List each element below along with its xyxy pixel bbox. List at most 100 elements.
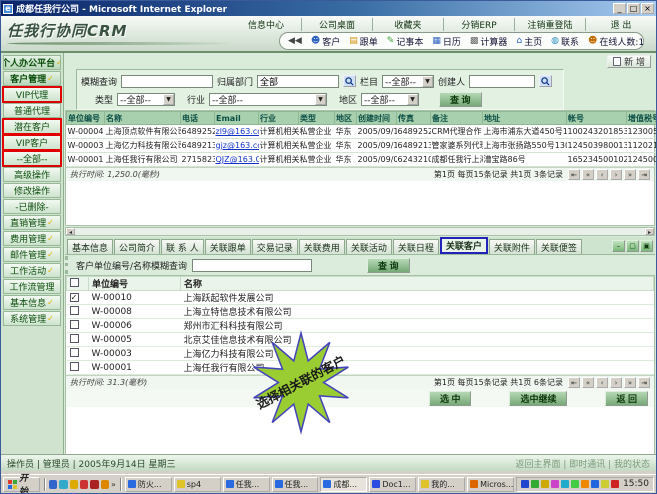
tray-icon[interactable] xyxy=(561,480,569,488)
creator-lookup-icon[interactable] xyxy=(539,75,552,87)
task-sp4[interactable]: sp4 xyxy=(174,477,221,492)
scroll-right-icon[interactable]: ▸ xyxy=(645,228,654,235)
email-link[interactable]: gjz@163.com xyxy=(215,139,259,153)
email-link[interactable]: zl9@163.com xyxy=(215,125,259,139)
col-header[interactable]: 名称 xyxy=(105,112,181,125)
menu-erp[interactable]: 分销ERP xyxy=(444,18,515,31)
row-checkbox-checked[interactable]: ✓ xyxy=(70,293,79,302)
quicklaunch-ie-icon[interactable] xyxy=(49,480,57,489)
sidebar-item-direct-sales[interactable]: 直销管理✓ xyxy=(3,215,61,230)
tray-icon[interactable] xyxy=(541,480,549,488)
sidebar-item-customer-mgmt[interactable]: 客户管理✓ xyxy=(3,71,61,86)
creator-input[interactable] xyxy=(469,75,535,88)
tab-contacts[interactable]: 联 系 人 xyxy=(161,239,204,254)
maximize-button[interactable]: □ xyxy=(627,3,640,14)
col-header[interactable]: 传真 xyxy=(397,112,431,125)
sidebar-item-advanced-ops[interactable]: 高级操作 xyxy=(3,167,61,182)
related-customer-row[interactable]: W-00008 上海立特信息技术有限公司 xyxy=(67,305,654,319)
menu-exit[interactable]: 退 出 xyxy=(586,18,656,31)
sidebar-item-deleted[interactable]: -已删除- xyxy=(3,199,61,214)
prev-batch-button[interactable]: « xyxy=(582,377,594,388)
col-header[interactable]: 创建时间 xyxy=(357,112,397,125)
menu-info-center[interactable]: 信息中心 xyxy=(231,18,302,31)
sidebar-item-basic-info[interactable]: 基本信息✓ xyxy=(3,295,61,310)
sidebar-item-all[interactable]: --全部-- xyxy=(3,151,61,166)
tray-icon[interactable] xyxy=(521,480,529,488)
new-button[interactable]: 新 增 xyxy=(607,55,651,68)
next-batch-button[interactable]: » xyxy=(624,169,636,180)
back-icon[interactable]: ◀◀ xyxy=(288,37,302,46)
toolbar-contact[interactable]: ◍联系 xyxy=(551,35,579,48)
select-continue-button[interactable]: 选中继续 xyxy=(509,391,567,406)
sidebar-item-personal-office[interactable]: 个人办公平台✓ xyxy=(3,55,61,70)
tab-related-customers[interactable]: 关联客户 xyxy=(440,237,488,254)
menu-favorites[interactable]: 收藏夹 xyxy=(373,18,444,31)
toolbar-calculator[interactable]: ▩计算器 xyxy=(470,35,508,48)
select-all-checkbox[interactable] xyxy=(70,278,79,287)
sidebar-item-potential-customer[interactable]: 潜在客户 xyxy=(3,119,61,134)
tray-icon[interactable] xyxy=(581,480,589,488)
panel-maximize-button[interactable]: ▣ xyxy=(640,240,653,252)
task-firewall[interactable]: 防火... xyxy=(125,477,172,492)
sidebar-item-mail-mgmt[interactable]: 邮件管理✓ xyxy=(3,247,61,262)
region-select[interactable]: --全部--▼ xyxy=(361,93,419,106)
sidebar-item-normal-agent[interactable]: 普通代理 xyxy=(3,103,61,118)
industry-select[interactable]: --全部--▼ xyxy=(209,93,327,106)
tab-transactions[interactable]: 交易记录 xyxy=(252,239,298,254)
fuzzy-search-input[interactable] xyxy=(121,75,213,88)
col-header[interactable]: 增值税号 xyxy=(627,112,657,125)
col-header[interactable]: 地址 xyxy=(483,112,567,125)
toolbar-notepad[interactable]: ✎记事本 xyxy=(387,35,424,48)
quicklaunch-pen-icon[interactable] xyxy=(101,480,109,489)
prev-page-button[interactable]: ‹ xyxy=(596,377,608,388)
menu-company-desktop[interactable]: 公司桌面 xyxy=(302,18,373,31)
toolbar-customer[interactable]: ☻客户 xyxy=(311,35,340,48)
first-page-button[interactable]: ⇤ xyxy=(568,169,580,180)
toolbar-home[interactable]: ⌂主页 xyxy=(516,35,542,48)
task-microsoft[interactable]: Micros... xyxy=(467,477,514,492)
return-button[interactable]: 返 回 xyxy=(605,391,648,406)
task-doc1[interactable]: Doc1... xyxy=(369,477,416,492)
row-checkbox[interactable] xyxy=(70,320,79,329)
prev-batch-button[interactable]: « xyxy=(582,169,594,180)
sidebar-item-work-activity[interactable]: 工作活动✓ xyxy=(3,263,61,278)
next-page-button[interactable]: › xyxy=(610,169,622,180)
related-customer-row[interactable]: ✓ W-00010 上海跃起软件发展公司 xyxy=(67,291,654,305)
col-header[interactable]: 行业 xyxy=(259,112,299,125)
tab-related-expenses[interactable]: 关联费用 xyxy=(299,239,345,254)
col-header[interactable]: 电话 xyxy=(181,112,215,125)
toolbar-online-count[interactable]: ☻在线人数:1 xyxy=(588,35,644,48)
type-select[interactable]: --全部--▼ xyxy=(117,93,175,106)
close-button[interactable]: × xyxy=(641,3,654,14)
row-checkbox[interactable] xyxy=(70,306,79,315)
col-header[interactable]: Email xyxy=(215,112,259,125)
query-button[interactable]: 查 询 xyxy=(439,92,482,107)
horizontal-scrollbar[interactable]: ◂ ▸ xyxy=(65,227,655,236)
tab-company-profile[interactable]: 公司简介 xyxy=(114,239,160,254)
tab-related-activities[interactable]: 关联活动 xyxy=(346,239,392,254)
row-checkbox[interactable] xyxy=(70,362,79,371)
dept-lookup-icon[interactable] xyxy=(343,75,356,87)
row-checkbox[interactable] xyxy=(70,334,79,343)
tray-icon[interactable] xyxy=(551,480,559,488)
next-page-button[interactable]: › xyxy=(610,377,622,388)
tab-related-attachments[interactable]: 关联附件 xyxy=(489,239,535,254)
sub-query-button[interactable]: 查 询 xyxy=(367,258,410,273)
sidebar-item-vip-agent[interactable]: VIP代理 xyxy=(3,87,61,102)
tray-icon[interactable] xyxy=(531,480,539,488)
customer-row[interactable]: W-00003 上海亿力科技有限公司 64892132 gjz@163.com … xyxy=(67,139,657,153)
row-checkbox[interactable] xyxy=(70,348,79,357)
tab-related-orders[interactable]: 关联跟单 xyxy=(205,239,251,254)
menu-relogin[interactable]: 注销重登陆 xyxy=(515,18,586,31)
toolbar-order[interactable]: ▤跟单 xyxy=(349,35,378,48)
toolbar-calendar[interactable]: ▦日历 xyxy=(432,35,461,48)
tab-basic-info[interactable]: 基本信息 xyxy=(67,239,113,254)
tray-icon[interactable] xyxy=(601,480,609,488)
quicklaunch-qq-icon[interactable] xyxy=(80,480,88,489)
select-button[interactable]: 选 中 xyxy=(429,391,472,406)
quicklaunch-desktop-icon[interactable] xyxy=(70,480,78,489)
start-button[interactable]: 开始 xyxy=(3,477,40,492)
tray-icon[interactable] xyxy=(611,480,619,488)
col-header[interactable]: 备注 xyxy=(431,112,483,125)
last-page-button[interactable]: ⇥ xyxy=(638,377,650,388)
